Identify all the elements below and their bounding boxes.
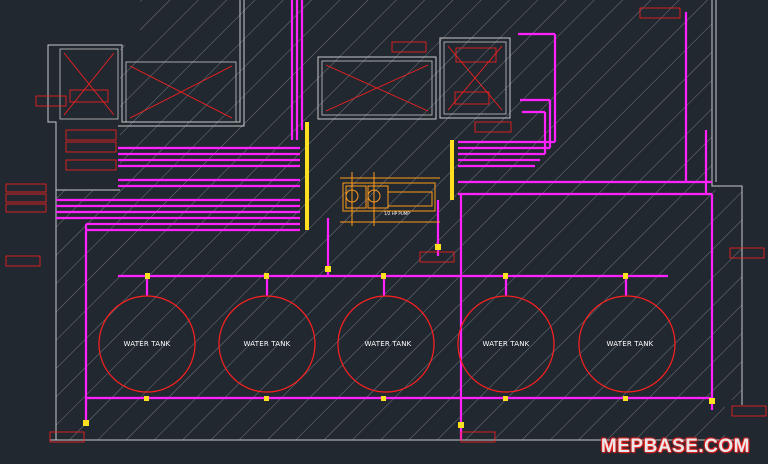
tank-label-1: WATER TANK (124, 340, 171, 348)
mep-plumbing-drawing: 1/2 HP PUMP WATER TANK WATER TANK WATER … (5, 0, 767, 443)
hatched-floor-area (56, 0, 742, 440)
pump-label: 1/2 HP PUMP (384, 211, 410, 216)
tank-label-4: WATER TANK (483, 340, 530, 348)
tank-label-5: WATER TANK (607, 340, 654, 348)
watermark-logo: MEPBASE.COM (600, 436, 750, 457)
tank-label-3: WATER TANK (365, 340, 412, 348)
tank-label-2: WATER TANK (244, 340, 291, 348)
